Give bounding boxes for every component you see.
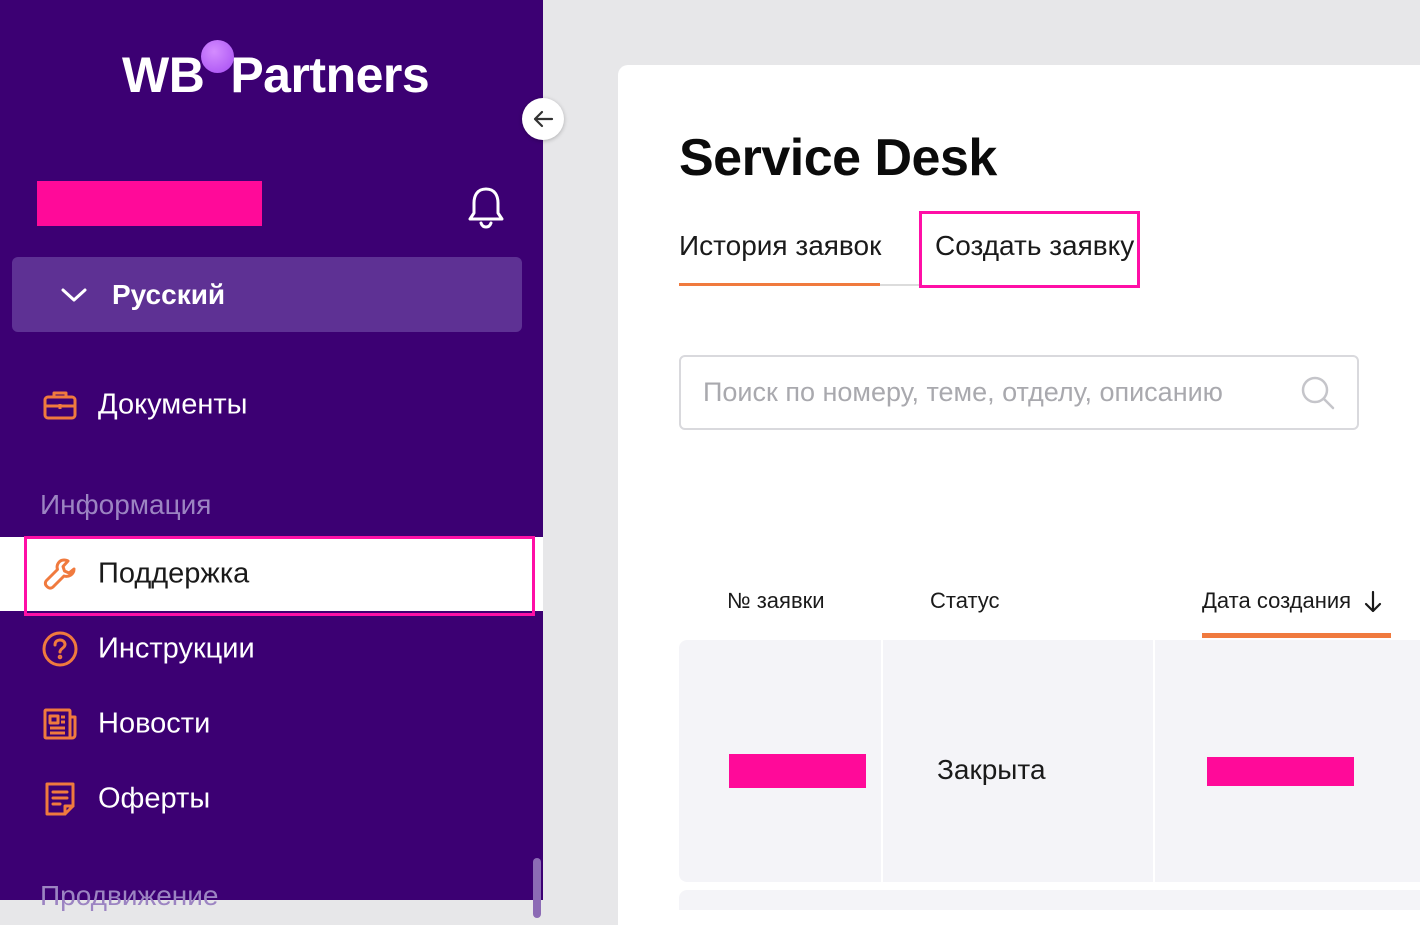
sidebar-item-offers[interactable]: Оферты [0,769,543,829]
column-divider [1153,640,1155,882]
briefcase-icon [40,385,80,425]
sidebar-item-label: Поддержка [98,557,250,590]
user-name-redacted [37,181,262,226]
tab-request-history[interactable]: История заявок [679,226,882,286]
sidebar-item-label: Оферты [98,782,211,815]
search-input[interactable] [701,376,1291,409]
wb-partners-logo[interactable]: WB Partners [122,40,430,104]
column-header-status: Статус [930,588,1000,613]
search-icon[interactable] [1299,374,1337,412]
language-label: Русский [112,278,226,310]
sidebar-item-documents[interactable]: Документы [0,375,543,435]
wrench-icon [40,554,80,594]
document-icon [40,779,80,819]
tabs-divider [880,284,920,286]
chevron-down-icon [61,288,87,301]
logo-text-wb: WB [122,47,205,103]
section-label-promotion: Продвижение [40,880,219,911]
newspaper-icon [40,704,80,744]
logo-dot-icon [201,40,234,73]
sidebar-item-label: Инструкции [98,632,255,665]
language-select[interactable]: Русский [12,257,522,332]
section-label-information: Информация [40,489,212,520]
created-date-redacted [1207,757,1354,786]
collapse-sidebar-button[interactable] [522,98,564,140]
sort-arrow-down-icon [1364,591,1382,613]
arrow-left-icon [533,110,554,128]
sidebar-item-instructions[interactable]: Инструкции [0,619,543,679]
sidebar-item-news[interactable]: Новости [0,694,543,754]
logo-text-partners: Partners [230,47,430,103]
sidebar-scrollbar[interactable] [533,858,541,918]
sort-column-indicator [1202,633,1391,638]
tab-label: История заявок [679,230,882,261]
column-divider [881,640,883,882]
request-number-redacted [729,754,866,788]
status-cell: Закрыта [937,754,1046,785]
tab-create-request[interactable]: Создать заявку [919,211,1140,288]
sidebar-item-support[interactable]: Поддержка [0,537,543,611]
column-header-label: Дата создания [1202,588,1352,613]
active-tab-underline [679,283,880,286]
sidebar: WB Partners Русский Документы Информация [0,0,543,918]
table-row[interactable] [679,890,1420,910]
tab-label: Создать заявку [935,230,1135,261]
bell-icon[interactable] [464,184,508,230]
sidebar-item-label: Документы [98,388,248,421]
column-header-created-date[interactable]: Дата создания [1202,588,1383,614]
page-title: Service Desk [679,129,997,187]
question-circle-icon [40,629,80,669]
column-header-number: № заявки [727,588,825,613]
sidebar-item-label: Новости [98,707,211,740]
search-box [679,355,1359,430]
